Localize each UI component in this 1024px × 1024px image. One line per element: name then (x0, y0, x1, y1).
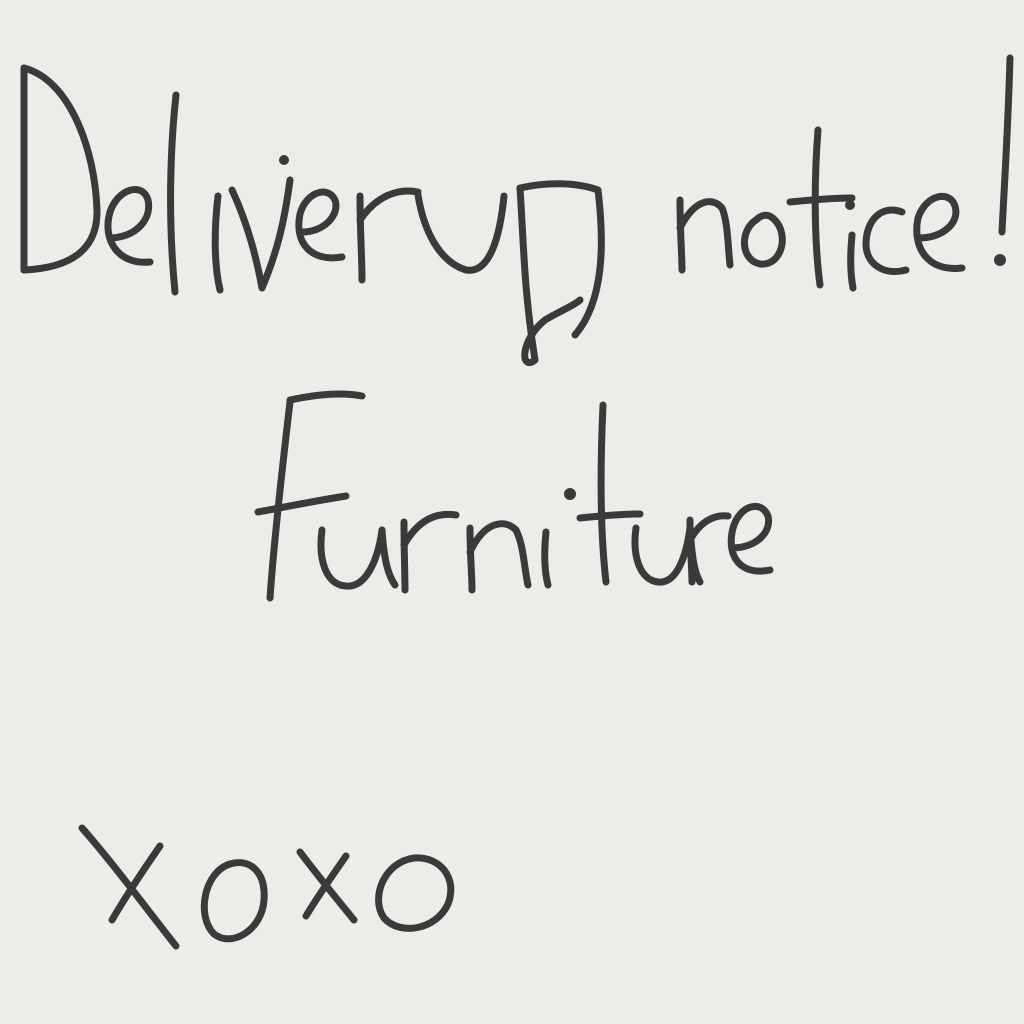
handwriting-line-1 (20, 54, 1014, 366)
handwritten-note: Delivery notice! Furniture xoxo (0, 0, 1024, 1024)
handwriting-line-2 (254, 390, 774, 602)
handwriting-signoff (78, 824, 455, 950)
handwriting-drawing (20, 54, 1014, 950)
